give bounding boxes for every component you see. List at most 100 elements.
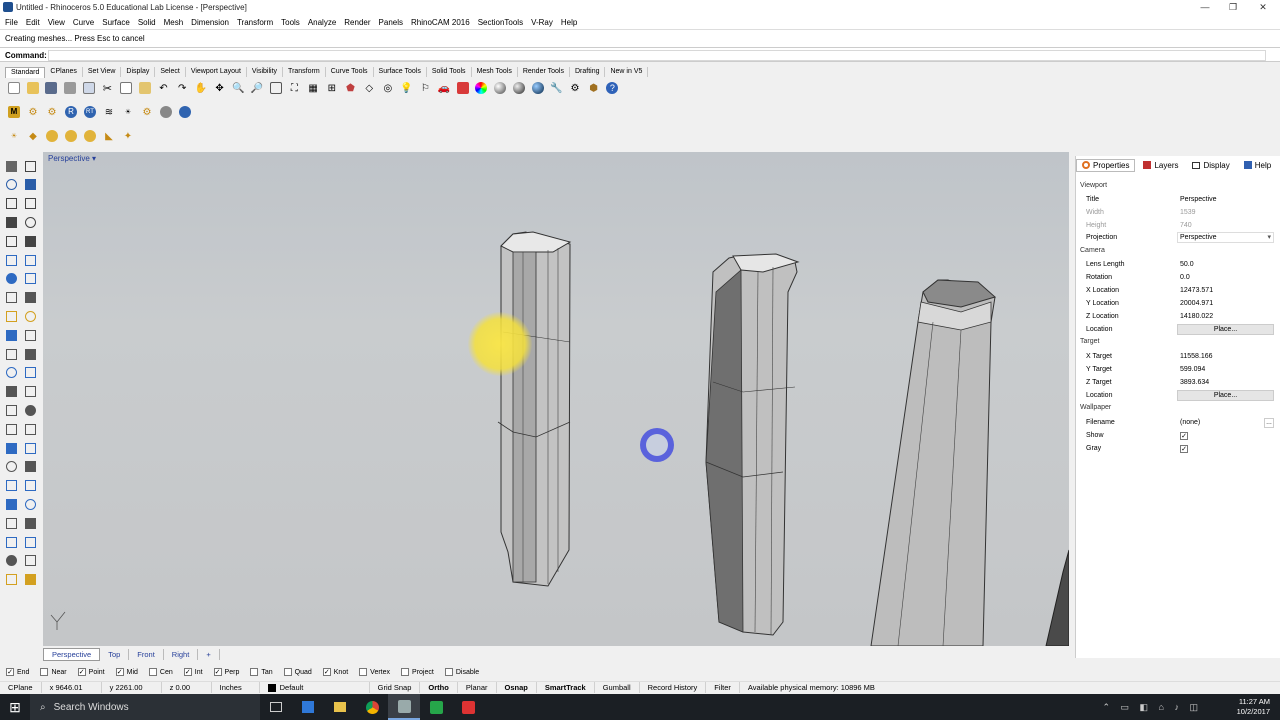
restore-button[interactable]: ❐ bbox=[1220, 1, 1246, 14]
select-tool-icon[interactable] bbox=[3, 158, 19, 174]
car-icon[interactable]: 🚗 bbox=[436, 80, 452, 96]
shaded-sphere-icon[interactable] bbox=[492, 80, 508, 96]
surface-tool-icon[interactable] bbox=[3, 290, 19, 306]
menu-help[interactable]: Help bbox=[559, 18, 583, 27]
mesh-tool-icon[interactable] bbox=[3, 496, 19, 512]
rotation-field[interactable]: 0.0 bbox=[1178, 274, 1276, 285]
wire-tool-icon[interactable] bbox=[22, 534, 38, 550]
status-layer[interactable]: Default bbox=[260, 682, 370, 693]
zoom-icon[interactable]: 🔍 bbox=[230, 80, 246, 96]
viewtab-top[interactable]: Top bbox=[100, 648, 130, 660]
x-target-field[interactable]: 11558.166 bbox=[1178, 353, 1276, 364]
osnap-vertex[interactable]: Vertex bbox=[359, 668, 390, 676]
show-checkbox[interactable]: ✓ bbox=[1180, 432, 1188, 440]
camera-place-button[interactable]: Place... bbox=[1177, 324, 1274, 335]
paste-icon[interactable] bbox=[137, 80, 153, 96]
tab-mesh-tools[interactable]: Mesh Tools bbox=[472, 67, 518, 77]
chamfer-tool-icon[interactable] bbox=[22, 327, 38, 343]
vray-material-icon[interactable]: M bbox=[6, 104, 22, 120]
vray-render-icon[interactable]: R bbox=[63, 104, 79, 120]
color-wheel-icon[interactable] bbox=[474, 80, 490, 96]
cplane-icon[interactable]: ◇ bbox=[361, 80, 377, 96]
rhino-taskbar-icon[interactable] bbox=[388, 694, 420, 720]
viewtab-front[interactable]: Front bbox=[129, 648, 164, 660]
perspective-viewport[interactable]: Perspective ▾ bbox=[43, 152, 1069, 646]
osnap-checkbox[interactable] bbox=[359, 668, 368, 676]
status-osnap[interactable]: Osnap bbox=[497, 682, 537, 693]
osnap-checkbox[interactable] bbox=[40, 668, 49, 676]
circle-tool-icon[interactable] bbox=[3, 196, 19, 212]
menu-render[interactable]: Render bbox=[342, 18, 376, 27]
osnap-checkbox[interactable] bbox=[401, 668, 410, 676]
task-view-icon[interactable] bbox=[260, 694, 292, 720]
osnap-tan[interactable]: Tan bbox=[250, 668, 273, 676]
vray-lights-icon[interactable]: ⚙ bbox=[44, 104, 60, 120]
osnap-checkbox[interactable]: ✓ bbox=[183, 668, 192, 676]
file-explorer-icon[interactable] bbox=[324, 694, 356, 720]
import-icon[interactable] bbox=[81, 80, 97, 96]
osnap-checkbox[interactable] bbox=[250, 668, 259, 676]
rendered-sphere-icon[interactable] bbox=[511, 80, 527, 96]
status-ortho[interactable]: Ortho bbox=[420, 682, 458, 693]
fillet-tool-icon[interactable] bbox=[3, 327, 19, 343]
vray-env-icon[interactable] bbox=[158, 104, 174, 120]
osnap-checkbox[interactable]: ✓ bbox=[6, 668, 14, 676]
osnap-end[interactable]: ✓ End bbox=[6, 668, 29, 676]
point-tool-icon[interactable] bbox=[22, 158, 38, 174]
split-tool-icon[interactable] bbox=[22, 346, 38, 362]
light-icon[interactable]: 💡 bbox=[399, 80, 415, 96]
osnap-knot[interactable]: ✓ Knot bbox=[322, 668, 348, 676]
curve-tool-icon[interactable] bbox=[22, 177, 38, 193]
menu-file[interactable]: File bbox=[3, 18, 24, 27]
vray-ies-light-icon[interactable] bbox=[82, 128, 98, 144]
undo-icon[interactable]: ↶ bbox=[156, 80, 172, 96]
polyline-tool-icon[interactable] bbox=[3, 177, 19, 193]
sphere-tool-icon[interactable] bbox=[22, 252, 38, 268]
menu-surface[interactable]: Surface bbox=[100, 18, 136, 27]
chrome-icon[interactable] bbox=[356, 694, 388, 720]
tab-visibility[interactable]: Visibility bbox=[247, 67, 284, 77]
light-tool-icon[interactable] bbox=[22, 572, 38, 588]
explode-tool-icon[interactable] bbox=[22, 365, 38, 381]
join-tool-icon[interactable] bbox=[3, 365, 19, 381]
gray-checkbox[interactable]: ✓ bbox=[1180, 445, 1188, 453]
vray-options-icon[interactable]: ⚙ bbox=[25, 104, 41, 120]
tower-3[interactable] bbox=[870, 279, 997, 646]
boolean-tool-icon[interactable] bbox=[22, 308, 38, 324]
osnap-near[interactable]: Near bbox=[40, 668, 67, 676]
y-target-field[interactable]: 599.094 bbox=[1178, 366, 1276, 377]
hatch-tool-icon[interactable] bbox=[3, 478, 19, 494]
osnap-mid[interactable]: ✓ Mid bbox=[115, 668, 138, 676]
new-file-icon[interactable] bbox=[6, 80, 22, 96]
z-target-field[interactable]: 3893.634 bbox=[1178, 379, 1276, 390]
target-place-button[interactable]: Place... bbox=[1177, 390, 1274, 401]
render-icon[interactable] bbox=[530, 80, 546, 96]
tab-set-view[interactable]: Set View bbox=[83, 67, 122, 77]
grid-tool-icon[interactable] bbox=[3, 553, 19, 569]
osnap-point[interactable]: ✓ Point bbox=[77, 668, 105, 676]
vray-sun-settings-icon[interactable]: ⚙ bbox=[139, 104, 155, 120]
status-smarttrack[interactable]: SmartTrack bbox=[537, 682, 595, 693]
menu-vray[interactable]: V-Ray bbox=[529, 18, 559, 27]
vray-sphere-light-icon[interactable] bbox=[44, 128, 60, 144]
panel-tab-layers[interactable]: Layers bbox=[1137, 159, 1184, 172]
redo-icon[interactable]: ↷ bbox=[174, 80, 190, 96]
extrude-tool-icon[interactable] bbox=[3, 271, 19, 287]
lens-length-field[interactable]: 50.0 bbox=[1178, 261, 1276, 272]
status-record-history[interactable]: Record History bbox=[640, 682, 707, 693]
status-planar[interactable]: Planar bbox=[458, 682, 497, 693]
copy-tool-icon[interactable] bbox=[22, 384, 38, 400]
osnap-project[interactable]: Project bbox=[401, 668, 434, 676]
windows-start-icon[interactable]: ⊞ bbox=[0, 694, 30, 720]
vray-frame-buffer-icon[interactable]: ≋ bbox=[101, 104, 117, 120]
ellipse-tool-icon[interactable] bbox=[3, 233, 19, 249]
save-icon[interactable] bbox=[43, 80, 59, 96]
trim-tool-icon[interactable] bbox=[3, 346, 19, 362]
tower-2[interactable] bbox=[705, 253, 800, 636]
menu-transform[interactable]: Transform bbox=[235, 18, 279, 27]
x-location-field[interactable]: 12473.571 bbox=[1178, 287, 1276, 298]
panel-tab-display[interactable]: Display bbox=[1186, 159, 1235, 172]
osnap-checkbox[interactable]: ✓ bbox=[115, 668, 124, 676]
tab-surface-tools[interactable]: Surface Tools bbox=[374, 67, 427, 77]
vray-dome-light-icon[interactable]: ✦ bbox=[120, 128, 136, 144]
